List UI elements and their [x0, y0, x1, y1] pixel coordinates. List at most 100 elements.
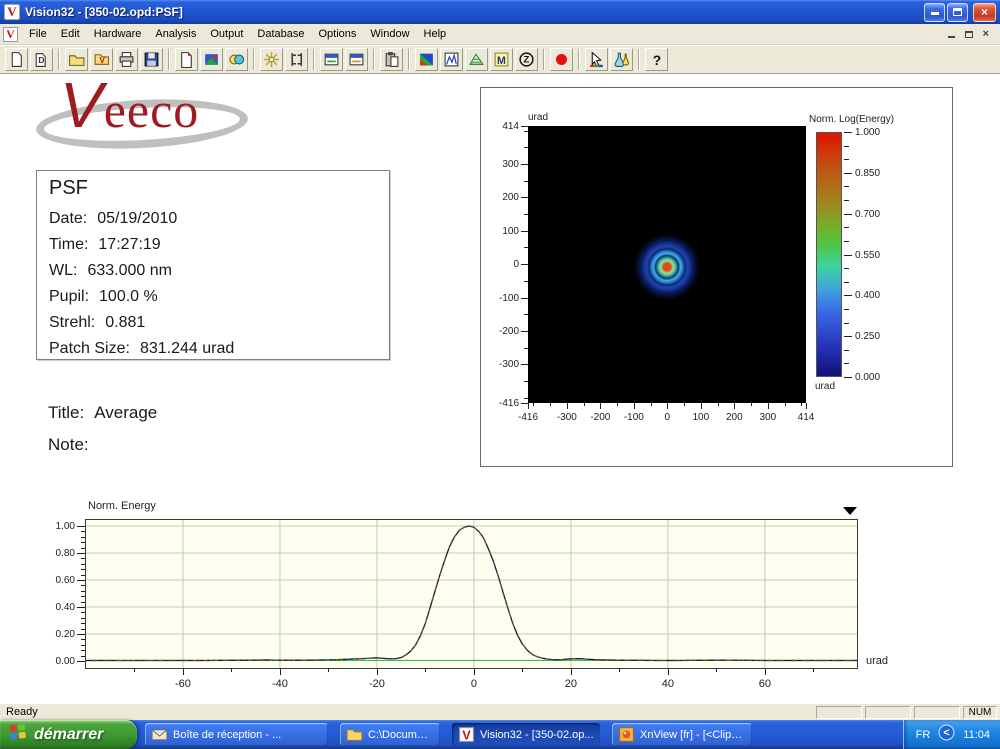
map-y-tick-label: -416 [483, 398, 519, 409]
psf-heatmap[interactable] [528, 126, 806, 403]
menu-help[interactable]: Help [417, 24, 454, 44]
profile-x-tick [377, 669, 378, 675]
profile-x-unit-label: urad [866, 655, 888, 667]
map-x-tick-label: -300 [557, 412, 577, 423]
report-heading: PSF [49, 177, 377, 200]
task-button[interactable]: Boîte de réception - ... [145, 723, 328, 746]
profile-x-tick-label: -40 [272, 678, 288, 690]
svg-text:M: M [497, 55, 506, 67]
toolbar-separator [543, 49, 545, 70]
profile-x-minor-tick [522, 669, 523, 672]
menu-items: FileEditHardwareAnalysisOutputDatabaseOp… [22, 24, 453, 44]
light-source-button[interactable] [260, 48, 283, 71]
colorbar-tick-label: 0.000 [855, 372, 880, 383]
restore-button[interactable] [947, 3, 968, 22]
profile-y-tick [77, 553, 85, 554]
map-y-minor-tick [524, 348, 528, 349]
map-y-tick [521, 264, 528, 265]
menu-analysis[interactable]: Analysis [148, 24, 203, 44]
desktop: V Vision32 - [350-02.opd:PSF] × V FileEd… [0, 0, 1000, 749]
profile-dropdown-icon[interactable] [843, 507, 857, 515]
paste-button[interactable] [380, 48, 403, 71]
report-line: Strehl:0.881 [49, 310, 377, 336]
toolbar-separator [58, 49, 60, 70]
map-x-minor-tick [533, 403, 534, 406]
menu-edit[interactable]: Edit [54, 24, 87, 44]
close-button[interactable]: × [973, 3, 996, 22]
map-x-minor-tick [718, 403, 719, 406]
colorbar-tick [844, 295, 852, 296]
menu-window[interactable]: Window [363, 24, 416, 44]
window-layout-2-button[interactable] [345, 48, 368, 71]
start-button[interactable]: démarrer [0, 720, 137, 749]
surface-3d-button[interactable] [465, 48, 488, 71]
map-x-tick [806, 403, 807, 409]
window-layout-1-button[interactable] [320, 48, 343, 71]
client-area: Veeco PSF Date:05/19/2010Time:17:27:19WL… [0, 74, 1000, 703]
system-tray: FR < 11:04 [903, 720, 1000, 749]
colormap-plot-button[interactable] [415, 48, 438, 71]
map-y-tick-label: 300 [483, 159, 519, 170]
menu-database[interactable]: Database [250, 24, 311, 44]
lab-flasks-button[interactable] [610, 48, 633, 71]
menu-output[interactable]: Output [203, 24, 250, 44]
profile-y-minor-tick [81, 569, 85, 570]
psf-map-panel[interactable]: urad 4143002001000-100-200-300-416-416-3… [480, 87, 953, 467]
zoom-z-button[interactable]: Z [515, 48, 538, 71]
task-label: Boîte de réception - ... [173, 729, 281, 741]
color-image-button[interactable] [200, 48, 223, 71]
task-buttons: Boîte de réception - ... C:\Documents and… [145, 723, 764, 746]
minimize-button[interactable] [924, 3, 945, 22]
new-document-button[interactable] [5, 48, 28, 71]
report-value: 100.0 % [99, 288, 158, 305]
map-x-tick-label: -100 [624, 412, 644, 423]
map-y-tick-label: 0 [483, 259, 519, 270]
profile-y-minor-tick [81, 645, 85, 646]
report-label: Time: [49, 236, 88, 253]
svg-text:Z: Z [524, 55, 530, 66]
window-title: Vision32 - [350-02.opd:PSF] [25, 5, 183, 19]
menu-hardware[interactable]: Hardware [87, 24, 149, 44]
task-button[interactable]: XnView [fr] - [<ClipBo... [612, 723, 752, 746]
help-button[interactable]: ? [645, 48, 668, 71]
colorbar-tick [844, 255, 852, 256]
svg-text:D: D [38, 55, 44, 65]
colorbar-tick [844, 132, 852, 133]
mdi-minimize-button[interactable] [948, 31, 955, 38]
colorbar-minor-tick [844, 146, 849, 147]
tray-status-icon[interactable]: < [938, 724, 955, 746]
report-line: Date:05/19/2010 [49, 206, 377, 232]
profile-x-minor-tick [328, 669, 329, 672]
map-x-tick-label: -200 [590, 412, 610, 423]
colorbar-minor-tick [844, 241, 849, 242]
task-label: C:\Documents and Se... [368, 729, 434, 741]
svg-text:?: ? [653, 52, 661, 68]
profile-y-minor-tick [81, 542, 85, 543]
language-indicator[interactable]: FR [916, 729, 931, 741]
task-button[interactable]: C:\Documents and Se... [340, 723, 440, 746]
veeco-logo: Veeco [30, 80, 280, 160]
status-panel [865, 706, 911, 719]
menu-options[interactable]: Options [311, 24, 363, 44]
colorbar-unit-label: urad [815, 381, 835, 392]
pointer-analysis-button[interactable] [585, 48, 608, 71]
calipers-button[interactable] [285, 48, 308, 71]
record-button[interactable] [550, 48, 573, 71]
task-button[interactable]: VVision32 - [350-02.op... [452, 723, 600, 746]
taskbar: démarrer Boîte de réception - ... C:\Docu… [0, 720, 1000, 749]
profile-plot-area[interactable] [85, 519, 858, 669]
menu-file[interactable]: File [22, 24, 54, 44]
map-x-tick-label: 0 [665, 412, 671, 423]
profile-plot-button[interactable] [440, 48, 463, 71]
masks-button[interactable] [225, 48, 248, 71]
task-label: Vision32 - [350-02.op... [480, 729, 594, 741]
mdi-restore-button[interactable] [965, 31, 973, 38]
report-lines: Date:05/19/2010Time:17:27:19WL:633.000 n… [49, 206, 377, 362]
profile-y-minor-tick [81, 537, 85, 538]
new-database-button[interactable]: D [30, 48, 53, 71]
report-value: 0.881 [105, 314, 145, 331]
measure-m-button[interactable]: M [490, 48, 513, 71]
document-icon[interactable]: V [3, 27, 18, 42]
colorbar-minor-tick [844, 363, 849, 364]
mdi-close-button[interactable]: × [983, 28, 989, 40]
